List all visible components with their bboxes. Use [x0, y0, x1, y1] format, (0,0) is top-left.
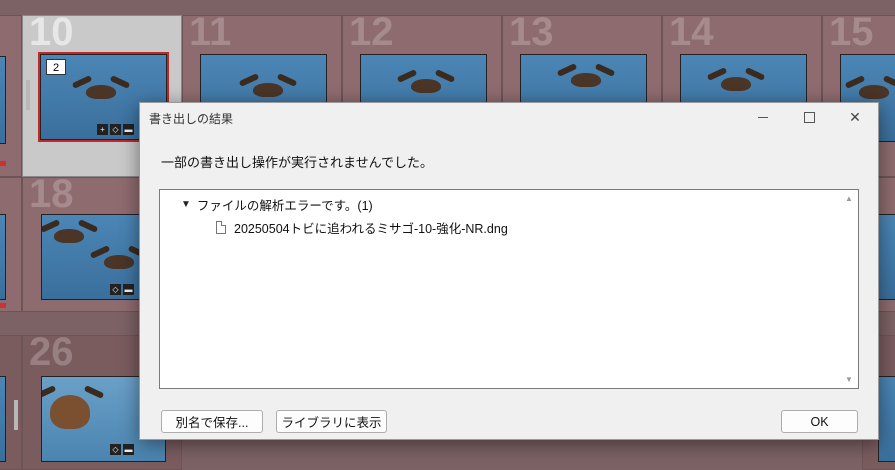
- cell-number: 11: [189, 15, 232, 54]
- bird-image: [859, 85, 889, 99]
- error-file-item[interactable]: 20250504トビに追われるミサゴ-10-強化-NR.dng: [216, 218, 508, 237]
- bird-image: [86, 85, 116, 99]
- thumbnail-badges: ◇ ▬: [110, 284, 134, 295]
- error-list[interactable]: ▼ ファイルの解析エラーです。(1) 20250504トビに追われるミサゴ-10…: [159, 189, 859, 389]
- scroll-up-icon[interactable]: ▲: [845, 194, 853, 203]
- minimize-icon: [758, 116, 768, 118]
- error-group-label: ファイルの解析エラーです。(1): [196, 199, 373, 213]
- thumbnail-badges: + ◇ ▬: [97, 124, 134, 135]
- collapse-triangle-icon[interactable]: ▼: [181, 199, 191, 210]
- bird-image: [54, 229, 84, 243]
- error-file-label: 20250504トビに追われるミサゴ-10-強化-NR.dng: [234, 222, 508, 236]
- dialog-message: 一部の書き出し操作が実行されませんでした。: [161, 155, 433, 170]
- bird-image: [253, 83, 283, 97]
- comment-icon: ▬: [123, 124, 134, 135]
- comment-icon: ▬: [123, 444, 134, 455]
- scroll-down-icon[interactable]: ▼: [845, 375, 853, 384]
- thumbnail[interactable]: [878, 376, 895, 462]
- cell-number: 18: [29, 177, 74, 216]
- grid-splitter[interactable]: [14, 400, 18, 430]
- grid-cell-partial-left[interactable]: [0, 15, 22, 177]
- dialog-title: 書き出しの結果: [149, 112, 234, 126]
- cell-number: 15: [829, 15, 874, 54]
- grid-cell-partial-left[interactable]: [0, 177, 22, 312]
- thumbnail[interactable]: [878, 214, 895, 300]
- error-group-node[interactable]: ▼ ファイルの解析エラーです。(1): [181, 195, 373, 214]
- cell-number: 12: [349, 15, 394, 54]
- bird-image: [104, 255, 134, 269]
- ok-button[interactable]: OK: [781, 410, 858, 433]
- tag-icon: ◇: [110, 284, 121, 295]
- tag-icon: ◇: [110, 124, 121, 135]
- develop-icon: +: [97, 124, 108, 135]
- comment-icon: ▬: [123, 284, 134, 295]
- thumbnail-badges: ◇ ▬: [110, 444, 134, 455]
- tag-icon: ◇: [110, 444, 121, 455]
- close-button[interactable]: ✕: [832, 103, 878, 131]
- thumbnail[interactable]: [0, 214, 6, 300]
- maximize-button[interactable]: [786, 103, 832, 131]
- stack-count-badge: 2: [46, 59, 66, 75]
- flag-marker: [0, 161, 6, 166]
- grid-cell-partial-left[interactable]: [0, 335, 22, 470]
- close-icon: ✕: [849, 108, 861, 125]
- bird-image: [50, 395, 90, 429]
- save-as-button[interactable]: 別名で保存...: [161, 410, 263, 433]
- maximize-icon: [803, 111, 815, 123]
- cell-number: 14: [669, 15, 714, 54]
- flag-marker: [0, 303, 6, 308]
- cell-number: 13: [509, 15, 554, 54]
- thumbnail[interactable]: [0, 56, 6, 144]
- cell-number: 10: [29, 15, 74, 54]
- cell-number: 26: [29, 335, 74, 374]
- file-icon: [216, 221, 226, 234]
- export-results-dialog: 書き出しの結果 ✕ 一部の書き出し操作が実行されませんでした。 ▼ ファイルの解…: [139, 102, 879, 440]
- bird-image: [571, 73, 601, 87]
- minimize-button[interactable]: [740, 103, 786, 131]
- grid-splitter[interactable]: [26, 80, 30, 110]
- vertical-scrollbar[interactable]: ▲ ▼: [841, 190, 858, 388]
- thumbnail[interactable]: [0, 376, 6, 462]
- show-in-library-button[interactable]: ライブラリに表示: [276, 410, 387, 433]
- bird-image: [411, 79, 441, 93]
- dialog-titlebar[interactable]: 書き出しの結果 ✕: [140, 103, 878, 131]
- bird-image: [721, 77, 751, 91]
